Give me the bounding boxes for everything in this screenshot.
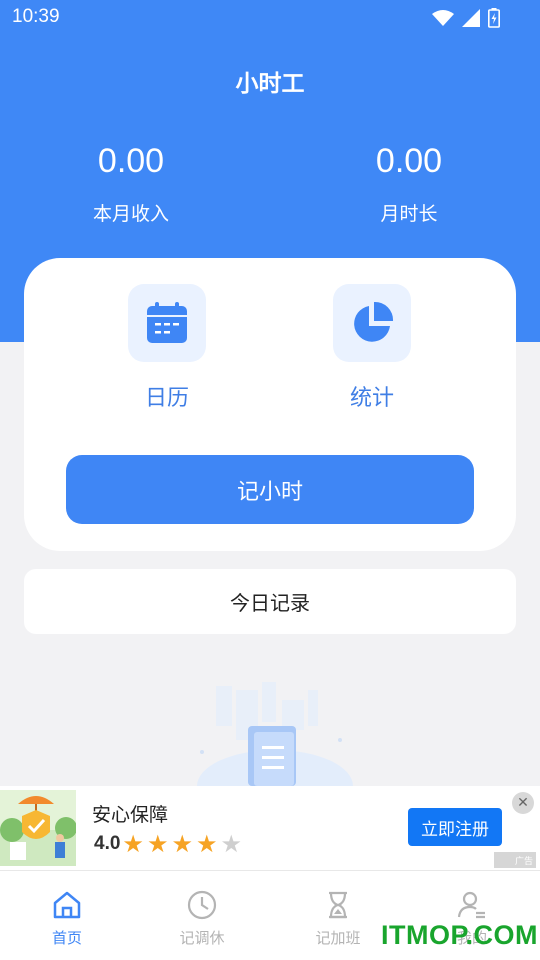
- tab-home-label: 首页: [51, 929, 82, 947]
- ad-rating: 4.0 ★ ★ ★ ★ ★: [94, 832, 245, 856]
- ad-thumbnail: [0, 790, 76, 866]
- home-icon: [53, 891, 81, 919]
- star-icon: ★: [195, 830, 218, 858]
- star-icon: ★: [122, 830, 144, 858]
- star-icon: ★: [146, 830, 169, 858]
- today-record-card[interactable]: 今日记录: [24, 569, 516, 634]
- monthly-income-label: 本月收入: [92, 203, 169, 225]
- tab-rest-record[interactable]: 记调休: [152, 889, 252, 948]
- calendar-label: 日历: [144, 386, 189, 411]
- calendar-icon: [147, 302, 187, 343]
- ad-close-icon[interactable]: ✕: [512, 792, 534, 814]
- statistics-shortcut[interactable]: 统计: [312, 284, 432, 412]
- tab-overtime-label: 记加班: [315, 929, 361, 947]
- user-icon: [457, 891, 485, 919]
- statistics-label: 统计: [349, 386, 394, 411]
- ad-rating-value: 4.0: [94, 833, 121, 854]
- tab-rest-label: 记调休: [179, 929, 225, 947]
- status-icons: [432, 8, 500, 28]
- monthly-hours-value: 0.00: [375, 142, 443, 180]
- main-card: 日历 统计 记小时: [24, 258, 516, 551]
- battery-icon: [488, 8, 500, 28]
- tab-home[interactable]: 首页: [17, 889, 117, 948]
- status-time: 10:39: [12, 6, 60, 27]
- record-hours-button[interactable]: 记小时: [66, 455, 474, 524]
- status-bar: 10:39: [0, 0, 540, 36]
- ad-register-button[interactable]: 立即注册: [408, 808, 502, 846]
- monthly-hours-stat: 0.00 月时长: [309, 142, 509, 226]
- wifi-icon: [432, 10, 454, 26]
- hourglass-icon: [329, 891, 347, 919]
- clock-icon: [187, 890, 217, 920]
- watermark: ITMOP.COM: [381, 920, 539, 950]
- statistics-tile: [333, 284, 411, 362]
- calendar-shortcut[interactable]: 日历: [107, 284, 227, 412]
- empty-state-illustration: [197, 682, 353, 786]
- ad-badge: 广告: [494, 852, 536, 868]
- page-title: 小时工: [235, 71, 305, 97]
- monthly-hours-label: 月时长: [380, 203, 438, 225]
- ad-title: 安心保障: [92, 804, 169, 826]
- star-icon: ★: [171, 830, 193, 858]
- ad-banner[interactable]: 安心保障 4.0 ★ ★ ★ ★ ★ 立即注册 ✕ 广告: [0, 786, 540, 870]
- calendar-tile: [128, 284, 206, 362]
- monthly-income-stat: 0.00 本月收入: [31, 142, 231, 226]
- star-empty-icon: ★: [220, 830, 242, 858]
- signal-icon: [462, 9, 480, 27]
- monthly-income-value: 0.00: [97, 142, 165, 180]
- pie-chart-icon: [354, 301, 394, 342]
- tab-overtime-record[interactable]: 记加班: [288, 889, 388, 948]
